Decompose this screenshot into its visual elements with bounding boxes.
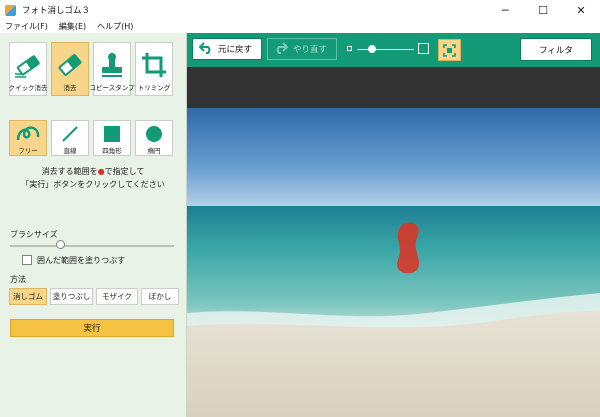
tool-label: クイック消去	[8, 84, 48, 92]
fill-enclosed-label: 囲んだ範囲を塗りつぶす	[37, 256, 126, 265]
tool-trim-button[interactable]: トリミング	[135, 42, 173, 96]
filter-button[interactable]: フィルタ	[520, 38, 592, 61]
stamp-icon	[99, 51, 125, 79]
instruction-line-1: 消去する範囲を●で指定して	[0, 166, 186, 177]
shape-label: 直線	[63, 147, 77, 155]
instruction-text: で指定して	[104, 167, 145, 176]
selection-mark	[397, 222, 419, 274]
menu-edit[interactable]: 編集(E)	[59, 21, 86, 32]
tool-label: 消去	[63, 84, 77, 92]
tool-row: クイック消去 消去 コピースタンプ トリミング	[9, 42, 173, 96]
redo-arrow-icon	[274, 41, 289, 57]
ellipse-icon	[145, 125, 163, 143]
quick-erase-icon	[13, 51, 43, 79]
fill-enclosed-checkbox[interactable]	[22, 255, 32, 265]
shape-label: フリー	[18, 147, 38, 155]
instruction-text: 消去する範囲を	[41, 167, 98, 176]
beach-photo	[187, 108, 600, 417]
undo-label: 元に戻す	[218, 45, 253, 55]
brush-size-slider[interactable]	[10, 245, 174, 247]
brush-size-slider-thumb[interactable]	[56, 240, 65, 249]
minimize-button[interactable]: ─	[486, 0, 524, 20]
crop-icon	[141, 51, 167, 79]
shape-line-button[interactable]: 直線	[51, 120, 89, 156]
tool-panel: クイック消去 消去 コピースタンプ トリミング フリー 直線 四角形 楕円 消去…	[0, 33, 187, 417]
shape-free-button[interactable]: フリー	[9, 120, 47, 156]
window-controls: ─ ☐ ✕	[486, 0, 600, 20]
photo-canvas[interactable]	[187, 108, 600, 417]
canvas-toolbar: 元に戻す やり直す フィルタ	[187, 33, 600, 67]
title-bar: フォト消しゴム３ ─ ☐ ✕	[0, 0, 600, 20]
freehand-icon	[15, 125, 41, 143]
method-row: 消しゴム 塗りつぶし モザイク ぼかし	[9, 288, 179, 305]
method-blur-button[interactable]: ぼかし	[141, 288, 179, 305]
execute-button[interactable]: 実行	[10, 319, 174, 337]
method-eraser-button[interactable]: 消しゴム	[9, 288, 47, 305]
undo-arrow-icon	[198, 41, 213, 57]
tool-erase-button[interactable]: 消去	[51, 42, 89, 96]
tool-copy-stamp-button[interactable]: コピースタンプ	[90, 42, 135, 96]
method-fill-button[interactable]: 塗りつぶし	[50, 288, 93, 305]
red-dot-icon: ●	[97, 167, 105, 176]
menu-help[interactable]: ヘルプ(H)	[97, 21, 133, 32]
method-label: 方法	[10, 275, 26, 284]
zoom-slider-thumb[interactable]	[368, 45, 376, 53]
menu-bar: ファイル(F) 編集(E) ヘルプ(H)	[0, 20, 600, 33]
tool-label: トリミング	[137, 84, 171, 92]
eraser-icon	[56, 51, 84, 79]
method-mosaic-button[interactable]: モザイク	[96, 288, 138, 305]
zoom-out-icon[interactable]	[347, 46, 352, 51]
redo-label: やり直す	[293, 45, 328, 55]
fit-screen-icon	[443, 43, 456, 57]
shape-label: 楕円	[147, 147, 161, 155]
line-icon	[61, 125, 79, 143]
menu-file[interactable]: ファイル(F)	[5, 21, 48, 32]
tool-quick-erase-button[interactable]: クイック消去	[8, 42, 48, 96]
maximize-button[interactable]: ☐	[524, 0, 562, 20]
tool-label: コピースタンプ	[89, 84, 135, 92]
canvas-margin	[187, 67, 600, 108]
shape-label: 四角形	[102, 147, 122, 155]
close-button[interactable]: ✕	[562, 0, 600, 20]
rectangle-icon	[103, 125, 121, 143]
app-icon	[5, 4, 16, 16]
undo-button[interactable]: 元に戻す	[192, 38, 262, 60]
fit-to-window-button[interactable]	[438, 39, 461, 61]
zoom-in-icon[interactable]	[418, 43, 429, 54]
redo-button[interactable]: やり直す	[267, 38, 337, 60]
shape-rectangle-button[interactable]: 四角形	[93, 120, 131, 156]
instruction-line-2: 「実行」ボタンをクリックしてください	[21, 180, 165, 189]
shape-ellipse-button[interactable]: 楕円	[135, 120, 173, 156]
zoom-slider[interactable]	[357, 49, 414, 50]
shape-row: フリー 直線 四角形 楕円	[9, 120, 173, 156]
window-title: フォト消しゴム３	[22, 6, 91, 16]
brush-size-label: ブラシサイズ	[10, 230, 58, 239]
